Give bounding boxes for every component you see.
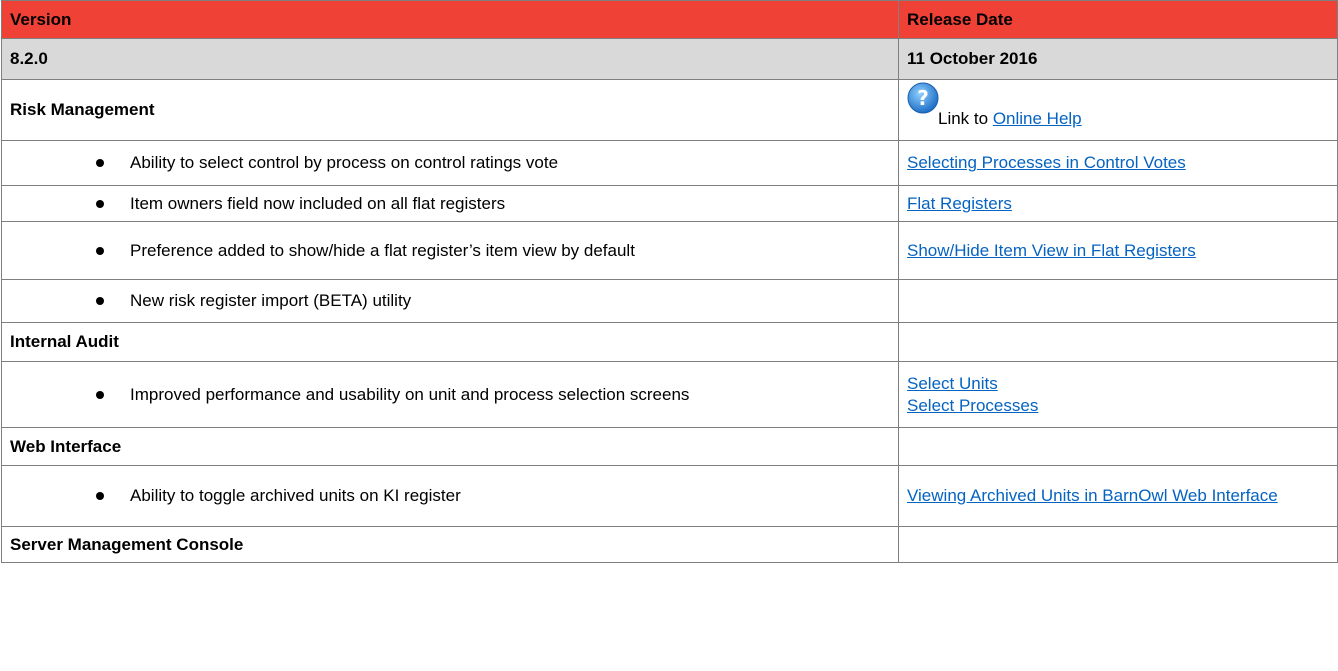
section-title: Risk Management [1, 79, 899, 141]
version-column-header: Version [1, 0, 899, 39]
item-text: Item owners field now included on all fl… [130, 193, 506, 213]
help-topic-link[interactable]: Select Processes [907, 395, 1329, 417]
section-row-risk-management: Risk Management ? Link to Online Help [1, 79, 1338, 141]
item-text: Preference added to show/hide a flat reg… [130, 240, 635, 260]
bullet-icon [96, 390, 104, 399]
section-title: Web Interface [1, 427, 899, 466]
help-topic-link[interactable]: Selecting Processes in Control Votes [907, 152, 1329, 174]
online-help-cell: ? Link to Online Help [898, 79, 1338, 141]
release-notes-table: Version Release Date 8.2.0 11 October 20… [1, 0, 1338, 563]
svg-text:?: ? [917, 86, 929, 110]
help-topic-link[interactable]: Flat Registers [907, 193, 1329, 215]
bullet-icon [96, 297, 104, 305]
section-row-internal-audit: Internal Audit [1, 322, 1338, 362]
version-row: 8.2.0 11 October 2016 [1, 38, 1338, 80]
question-help-icon: ? [907, 82, 939, 114]
item-text: Improved performance and usability on un… [130, 384, 690, 404]
bullet-icon [96, 199, 104, 208]
list-item: Preference added to show/hide a flat reg… [1, 221, 1338, 280]
list-item: Improved performance and usability on un… [1, 361, 1338, 428]
section-row-server-management-console: Server Management Console [1, 526, 1338, 563]
table-header-row: Version Release Date [1, 0, 1338, 39]
section-row-web-interface: Web Interface [1, 427, 1338, 466]
item-text: Ability to toggle archived units on KI r… [130, 486, 461, 505]
item-text: Ability to select control by process on … [130, 153, 559, 172]
list-item: New risk register import (BETA) utility [1, 279, 1338, 323]
online-help-prefix: Link to [938, 109, 993, 128]
section-title: Internal Audit [1, 322, 899, 362]
list-item: Item owners field now included on all fl… [1, 185, 1338, 222]
release-date-column-header: Release Date [898, 0, 1338, 39]
list-item: Ability to select control by process on … [1, 140, 1338, 186]
help-topic-link[interactable]: Show/Hide Item View in Flat Registers [907, 240, 1207, 262]
release-date: 11 October 2016 [898, 38, 1338, 80]
bullet-icon [96, 492, 104, 500]
version-number: 8.2.0 [1, 38, 899, 80]
bullet-icon [96, 159, 104, 167]
online-help-link[interactable]: Online Help [993, 109, 1082, 128]
section-title: Server Management Console [1, 526, 899, 563]
bullet-icon [96, 246, 104, 255]
list-item: Ability to toggle archived units on KI r… [1, 465, 1338, 527]
help-topic-link[interactable]: Select Units [907, 373, 1329, 395]
help-topic-link[interactable]: Viewing Archived Units in BarnOwl Web In… [907, 485, 1327, 507]
item-text: New risk register import (BETA) utility [130, 291, 412, 310]
